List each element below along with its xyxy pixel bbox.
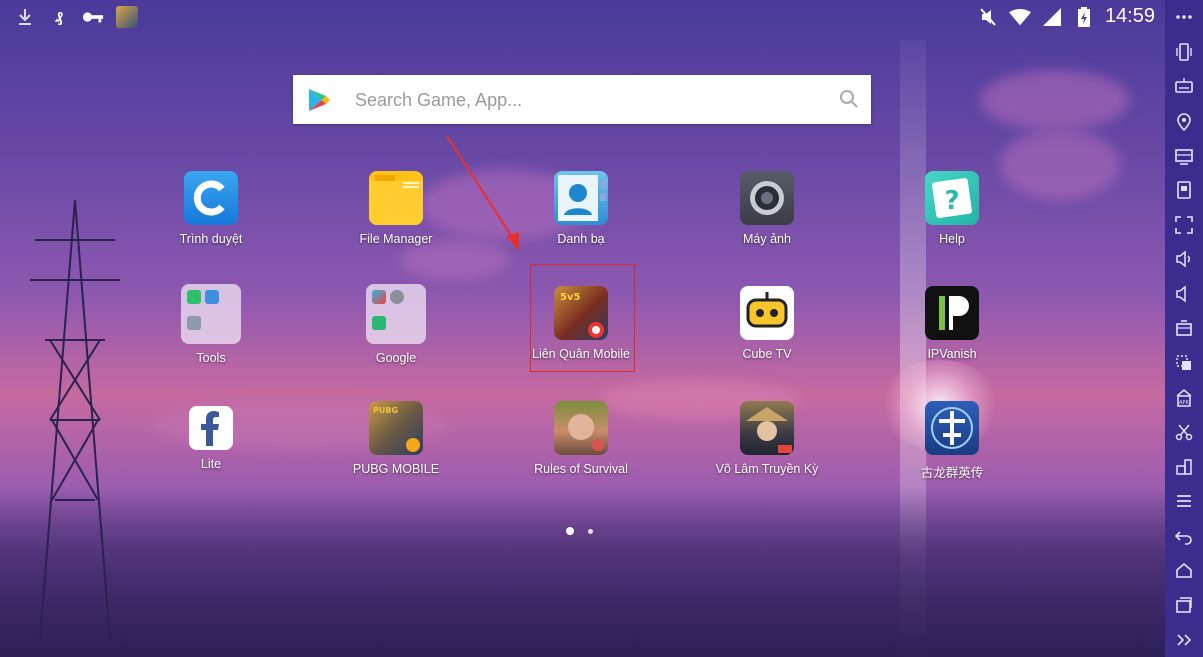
more-icon[interactable] [1165, 0, 1203, 35]
apk-install-icon[interactable] [1165, 311, 1203, 346]
menu-icon[interactable] [1165, 484, 1203, 519]
gu-long-icon [925, 401, 979, 455]
app-file-manager[interactable]: File Manager [326, 171, 466, 246]
search-input[interactable] [353, 85, 817, 115]
app-label: 古龙群英传 [920, 466, 984, 480]
battery-charging-icon [1073, 6, 1095, 28]
back-icon[interactable] [1165, 519, 1203, 554]
tools-folder-icon [181, 284, 241, 344]
app-tools-folder[interactable]: Tools [141, 284, 281, 365]
app-pubg-mobile[interactable]: PUBG PUBG MOBILE [326, 401, 466, 476]
cloud [400, 240, 510, 280]
svg-text:?: ? [944, 186, 959, 216]
page-indicator [566, 527, 593, 535]
signal-icon [1041, 6, 1063, 28]
app-label: PUBG MOBILE [352, 462, 440, 476]
app-label: Trình duyệt [179, 232, 243, 246]
app-label: Cube TV [742, 347, 792, 361]
app-label: File Manager [359, 232, 433, 246]
cloud [980, 70, 1130, 130]
app-gu-long[interactable]: 古龙群英传 [882, 401, 1022, 481]
folder-icon [369, 171, 423, 225]
highlight-box [530, 264, 635, 372]
svg-text:PUBG: PUBG [373, 406, 398, 415]
app-vo-lam[interactable]: Võ Lâm Truyền Kỳ [697, 401, 837, 476]
expand-icon[interactable] [1165, 622, 1203, 657]
download-icon [14, 6, 36, 28]
search-bar[interactable] [293, 75, 871, 124]
app-label: Rules of Survival [534, 462, 628, 476]
app-google-folder[interactable]: Google [326, 284, 466, 365]
import-icon[interactable]: APK [1165, 380, 1203, 415]
app-facebook-lite[interactable]: Lite [141, 401, 281, 471]
browser-icon [184, 171, 238, 225]
power-tower [30, 200, 120, 640]
app-contacts[interactable]: Danh bạ [511, 171, 651, 246]
app-label: Tools [196, 351, 226, 365]
app-rules-of-survival[interactable]: Rules of Survival [511, 401, 651, 476]
vo-lam-icon [740, 401, 794, 455]
shake-icon[interactable] [1165, 35, 1203, 70]
multi-instance-icon[interactable] [1165, 346, 1203, 381]
status-bar: ₰ 14:59 [0, 0, 1165, 34]
recents-icon[interactable] [1165, 588, 1203, 623]
help-icon: ? [925, 171, 979, 225]
home-icon[interactable] [1165, 553, 1203, 588]
scissors-icon[interactable] [1165, 415, 1203, 450]
contacts-icon [554, 171, 608, 225]
app-browser[interactable]: Trình duyệt [141, 171, 281, 246]
app-label: Võ Lâm Truyền Kỳ [715, 462, 819, 476]
play-store-icon [309, 89, 330, 111]
app-label: Help [939, 232, 965, 246]
key-icon [82, 6, 104, 28]
resize-icon[interactable] [1165, 450, 1203, 485]
google-folder-icon [366, 284, 426, 344]
camera-icon [740, 171, 794, 225]
clock: 14:59 [1104, 5, 1155, 27]
page-dot[interactable] [588, 528, 593, 534]
app-logo-icon: ₰ [54, 8, 64, 26]
emulator-toolbar: APK [1165, 0, 1203, 657]
app-label: Máy ảnh [743, 232, 791, 246]
mute-icon [977, 6, 999, 28]
ipvanish-icon [925, 286, 979, 340]
game-thumbnail-icon [116, 6, 138, 28]
app-help[interactable]: ? Help [882, 171, 1022, 246]
screenshot-icon[interactable] [1165, 173, 1203, 208]
volume-down-icon[interactable] [1165, 277, 1203, 312]
facebook-icon [189, 406, 233, 450]
app-camera[interactable]: Máy ảnh [697, 171, 837, 246]
screen-icon[interactable] [1165, 138, 1203, 173]
keyboard-icon[interactable] [1165, 69, 1203, 104]
page-dot-active[interactable] [566, 527, 574, 535]
svg-text:APK: APK [1179, 400, 1189, 406]
pubg-icon: PUBG [369, 401, 423, 455]
app-cube-tv[interactable]: Cube TV [697, 286, 837, 361]
app-label: Google [375, 351, 417, 365]
app-label: Lite [200, 457, 222, 471]
app-label: IPVanish [927, 347, 977, 361]
wifi-icon [1008, 6, 1031, 28]
rules-of-survival-icon [554, 401, 608, 455]
city-skyline [0, 487, 1165, 657]
app-label: Danh bạ [557, 232, 605, 246]
cube-tv-icon [740, 286, 794, 340]
location-icon[interactable] [1165, 104, 1203, 139]
app-ipvanish[interactable]: IPVanish [882, 286, 1022, 361]
fullscreen-icon[interactable] [1165, 207, 1203, 242]
search-icon[interactable] [839, 89, 859, 109]
volume-up-icon[interactable] [1165, 242, 1203, 277]
